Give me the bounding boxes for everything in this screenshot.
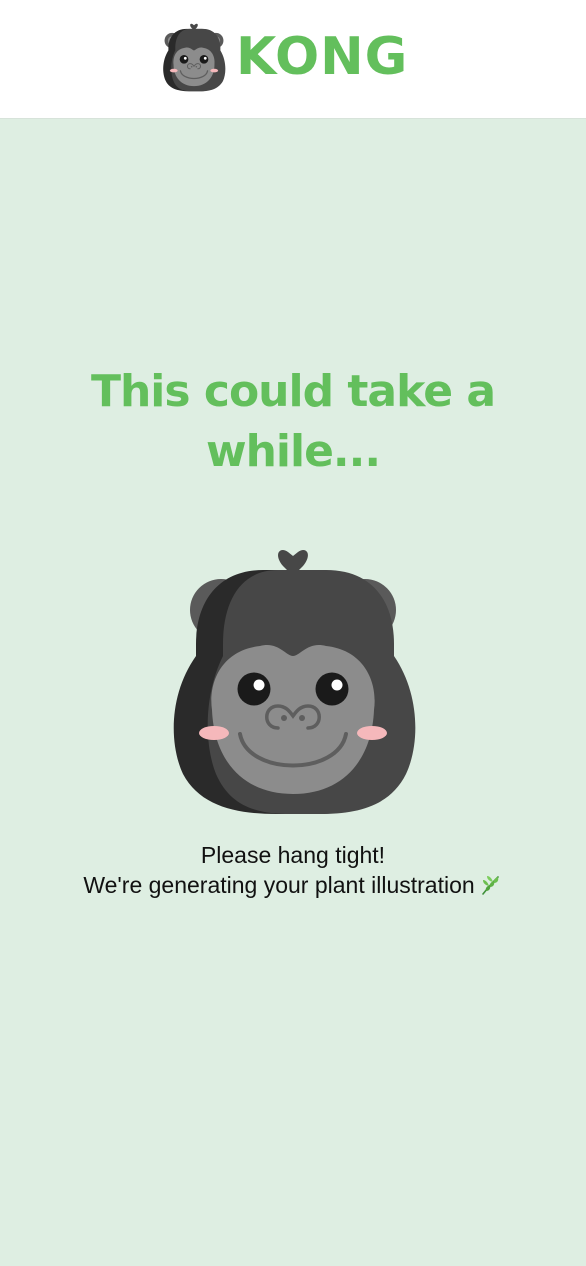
status-message: Please hang tight! We're generating your… [0, 840, 586, 900]
herb-leaf-icon [481, 876, 499, 895]
message-line-2-text: We're generating your plant illustration [83, 872, 475, 898]
message-line-2: We're generating your plant illustration [0, 870, 586, 900]
brand[interactable]: KONG [162, 22, 408, 92]
headline-line-1: This could take a [90, 366, 496, 417]
brand-name: KONG [236, 27, 409, 87]
gorilla-face-icon [173, 549, 416, 814]
message-line-1: Please hang tight! [200, 842, 386, 868]
headline-line-2: while... [205, 426, 381, 477]
page-title: This could take a while... [0, 362, 586, 482]
gorilla-face-icon [163, 23, 226, 92]
header: KONG [0, 0, 586, 119]
